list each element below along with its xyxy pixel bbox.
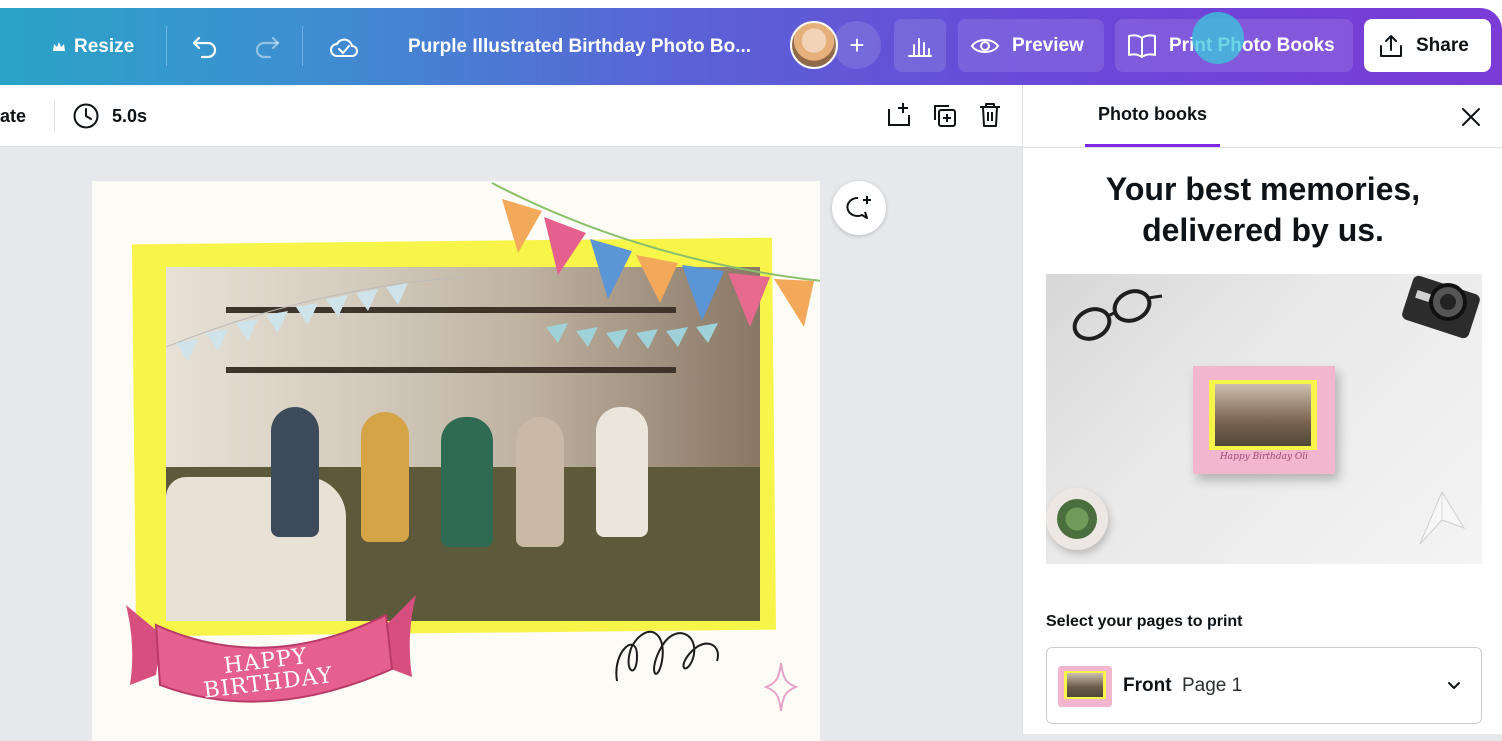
animate-button[interactable]: ate	[0, 85, 26, 147]
preview-label: Preview	[1012, 34, 1084, 56]
insights-button[interactable]	[894, 19, 946, 72]
pages-select[interactable]: Front Page 1	[1046, 647, 1482, 724]
add-comment-button[interactable]	[832, 181, 886, 235]
photo-child	[441, 417, 493, 547]
chevron-down-icon	[1445, 676, 1463, 699]
photo-child	[596, 407, 648, 537]
select-value-sub: Page 1	[1182, 674, 1243, 696]
plant-pot	[1046, 488, 1108, 550]
bunting-decoration[interactable]	[482, 181, 820, 341]
panel-divider	[1023, 147, 1502, 148]
resize-label: Resize	[74, 35, 135, 57]
canvas-area: HAPPY BIRTHDAY	[0, 147, 1022, 741]
photo-child	[361, 412, 409, 542]
crown-icon	[52, 41, 66, 53]
panel-headline: Your best memories, delivered by us.	[1105, 171, 1421, 248]
redo-icon	[252, 32, 282, 62]
duration-value: 5.0s	[112, 105, 148, 126]
trash-icon	[977, 101, 1003, 129]
editor-toolbar: ate 5.0s	[0, 85, 1022, 147]
close-icon	[1457, 103, 1485, 131]
document-title[interactable]: Purple Illustrated Birthday Photo Bo...	[408, 8, 751, 85]
duplicate-page-button[interactable]	[931, 102, 959, 130]
page-thumbnail	[1058, 666, 1112, 707]
share-label: Share	[1416, 34, 1469, 56]
close-panel-button[interactable]	[1457, 103, 1485, 131]
editor-header: Resize Purple Illustrated Birthday Photo…	[0, 0, 1502, 85]
duplicate-icon	[931, 102, 959, 130]
select-value-main: Front	[1123, 674, 1172, 696]
cloud-check-icon	[328, 32, 360, 62]
book-caption: Happy Birthday Oli	[1219, 452, 1309, 462]
toolbar-separator	[54, 99, 55, 133]
add-page-button[interactable]	[885, 101, 913, 129]
book-photo	[1215, 384, 1311, 446]
cursor-highlight	[1192, 12, 1244, 64]
select-pages-label: Select your pages to print	[1046, 613, 1243, 630]
sparkle-icon[interactable]	[764, 661, 798, 713]
document-title-text: Purple Illustrated Birthday Photo Bo...	[408, 35, 752, 57]
eye-icon	[970, 35, 1000, 57]
tab-photo-books[interactable]: Photo books	[1085, 85, 1220, 147]
photo-books-panel: Photo books Your best memories, delivere…	[1022, 85, 1502, 734]
preview-button[interactable]: Preview	[958, 19, 1104, 72]
share-button[interactable]: Share	[1364, 19, 1491, 72]
succulent	[1057, 499, 1097, 539]
delete-page-button[interactable]	[977, 101, 1003, 129]
undo-icon	[190, 32, 220, 62]
photo-book: Happy Birthday Oli	[1193, 366, 1335, 474]
scribble-doodle[interactable]	[607, 611, 737, 691]
thumb-photo	[1067, 673, 1103, 697]
bar-chart-icon	[906, 33, 934, 59]
photo-child	[516, 417, 564, 547]
duration-button[interactable]: 5.0s	[72, 85, 147, 147]
design-page[interactable]: HAPPY BIRTHDAY	[92, 181, 820, 741]
book-icon	[1127, 33, 1157, 59]
toolbar-separator	[302, 26, 303, 66]
resize-button[interactable]: Resize	[52, 8, 134, 85]
plus-icon: +	[849, 29, 865, 60]
photo-child	[271, 407, 319, 537]
toolbar-separator	[166, 26, 167, 66]
tab-photo-books-label: Photo books	[1098, 104, 1207, 124]
save-status-button[interactable]	[328, 8, 360, 85]
add-collaborator-button[interactable]: +	[833, 21, 881, 69]
camera-icon	[1402, 275, 1480, 339]
paper-plane-icon	[1419, 490, 1466, 545]
add-page-icon	[885, 101, 913, 129]
photo-book-mockup-image: Happy Birthday Oli	[1046, 274, 1482, 564]
avatar[interactable]	[790, 21, 838, 69]
undo-button[interactable]	[190, 8, 220, 85]
redo-button[interactable]	[252, 8, 282, 85]
comment-add-icon	[844, 193, 874, 223]
animate-label: ate	[0, 105, 27, 126]
share-icon	[1378, 33, 1404, 59]
glasses-icon	[1072, 289, 1163, 341]
clock-icon	[72, 102, 100, 130]
